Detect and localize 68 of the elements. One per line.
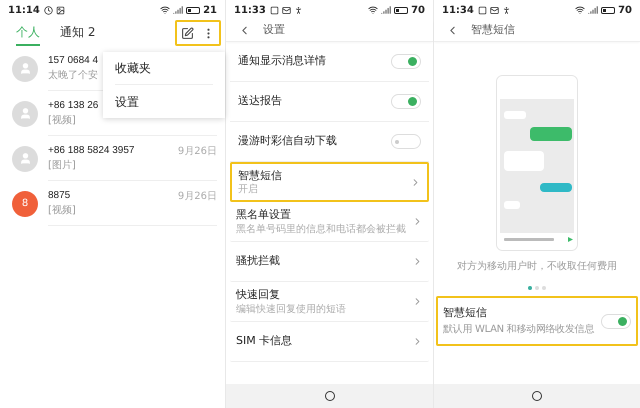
avatar-icon <box>12 56 38 82</box>
person-icon <box>294 6 303 14</box>
image-icon <box>56 6 65 14</box>
message-preview: [视频] <box>48 204 76 218</box>
status-time: 11:33 <box>234 4 266 18</box>
signal-icon <box>173 5 184 15</box>
wifi-icon <box>575 5 586 15</box>
menu-item[interactable]: 收藏夹 <box>115 52 213 85</box>
status-time: 11:14 <box>8 4 40 18</box>
home-button[interactable] <box>532 391 542 401</box>
setting-row[interactable]: 骚扰拦截 <box>230 242 429 282</box>
signal-icon <box>588 5 598 15</box>
status-time: 11:34 <box>442 4 474 18</box>
tab[interactable]: 通知 2 <box>60 20 96 46</box>
battery-icon <box>394 6 408 14</box>
mail-icon <box>282 6 291 14</box>
toggle-switch[interactable] <box>391 94 421 109</box>
menu-item[interactable]: 设置 <box>115 85 213 118</box>
contact-name: +86 138 26 <box>48 99 98 113</box>
home-button[interactable] <box>324 391 334 401</box>
toggle-switch[interactable] <box>601 314 631 328</box>
setting-label: 通知显示消息详情 <box>238 53 327 70</box>
avatar-icon <box>12 100 38 126</box>
square-icon <box>478 6 487 14</box>
battery-level: 70 <box>618 4 632 18</box>
message-date: 9月26日 <box>178 190 217 204</box>
signal-icon <box>381 5 392 15</box>
wifi-icon <box>160 5 170 15</box>
person-icon <box>502 6 511 14</box>
battery-icon <box>601 6 616 14</box>
square-icon <box>270 6 279 14</box>
contact-name: 8875 <box>48 189 70 203</box>
screen-title: 智慧短信 <box>471 22 515 38</box>
wifi-icon <box>368 5 378 15</box>
setting-label: 漫游时彩信自动下载 <box>238 133 338 150</box>
battery-icon <box>186 6 200 14</box>
setting-description: 默认用 WLAN 和移动网络收发信息 <box>443 322 595 337</box>
setting-label: 智慧短信 <box>443 305 488 322</box>
setting-row[interactable]: 快速回复 编辑快速回复使用的短语 <box>230 282 429 322</box>
battery-level: 21 <box>203 4 217 18</box>
setting-label: SIM 卡信息 <box>236 333 294 350</box>
setting-description: 编辑快速回复使用的短语 <box>236 304 347 316</box>
contact-name: +86 188 5824 3957 <box>48 144 134 158</box>
setting-label: 送达报告 <box>238 93 283 110</box>
screen-title: 设置 <box>263 22 285 38</box>
setting-row[interactable]: SIM 卡信息 <box>230 322 429 362</box>
toggle-switch[interactable] <box>391 54 421 69</box>
caption: 对方为移动用户时，不收取任何费用 <box>457 260 617 274</box>
setting-row[interactable]: 黑名单设置 黑名单号码里的信息和电话都会被拦截 <box>230 202 429 242</box>
message-preview: [视频] <box>48 114 76 128</box>
setting-label: 骚扰拦截 <box>236 253 281 270</box>
setting-row[interactable]: 智慧短信 开启 <box>230 162 429 202</box>
setting-label: 快速回复 <box>236 287 281 303</box>
setting-label: 黑名单设置 <box>236 207 292 223</box>
mail-icon <box>490 6 499 14</box>
toggle-switch[interactable] <box>391 134 421 149</box>
setting-label: 智慧短信 <box>238 168 283 184</box>
message-date: 9月26日 <box>178 145 217 159</box>
contact-name: 157 0684 4 <box>48 54 98 68</box>
message-preview: 太晚了个安 <box>48 68 98 83</box>
clock-icon <box>44 6 53 14</box>
setting-description: 黑名单号码里的信息和电话都会被拦截 <box>236 224 407 236</box>
setting-description: 开启 <box>238 184 259 196</box>
message-preview: [图片] <box>48 158 76 173</box>
compose-icon[interactable] <box>181 26 194 40</box>
battery-level: 70 <box>411 4 425 18</box>
avatar-icon <box>12 146 38 172</box>
avatar: 8 <box>12 190 38 216</box>
